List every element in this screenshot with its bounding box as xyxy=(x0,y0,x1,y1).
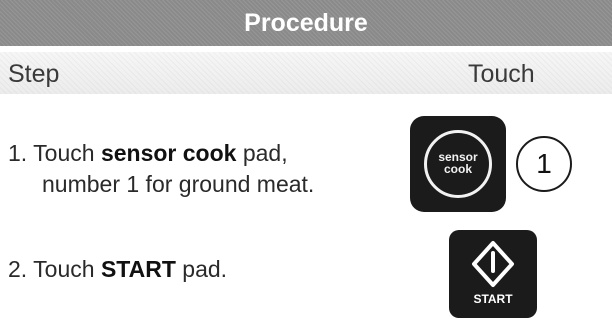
touch-column-header: Touch xyxy=(468,60,535,88)
start-pad-label: START xyxy=(473,292,513,306)
step-2-text-pre: Touch xyxy=(33,256,101,282)
step-2-instruction: 2. Touch START pad. xyxy=(8,254,227,285)
sensor-cook-ring-icon: sensor cook xyxy=(424,130,492,198)
step-1-number: 1. xyxy=(8,140,28,166)
step-2-text-post: pad. xyxy=(175,256,228,282)
sensor-cook-label-line2: cook xyxy=(443,162,472,176)
number-1-pad[interactable]: 1 xyxy=(516,136,572,192)
start-diamond-icon xyxy=(472,241,514,287)
step-2-text-bold: START xyxy=(100,256,176,282)
step-1-text-line2: number 1 for ground meat. xyxy=(42,171,315,197)
start-pad[interactable]: START xyxy=(449,230,537,318)
sensor-cook-pad[interactable]: sensor cook xyxy=(410,116,506,212)
step-1-text-bold: sensor cook xyxy=(100,140,237,166)
step-1-instruction: 1. Touch sensor cook pad, number 1 for g… xyxy=(8,138,388,200)
step-2-number: 2. xyxy=(8,256,28,282)
step-column-header: Step xyxy=(8,60,60,88)
step-1-text-post: pad, xyxy=(236,140,288,166)
step-1-text-pre: Touch xyxy=(33,140,101,166)
procedure-title: Procedure xyxy=(244,9,368,37)
